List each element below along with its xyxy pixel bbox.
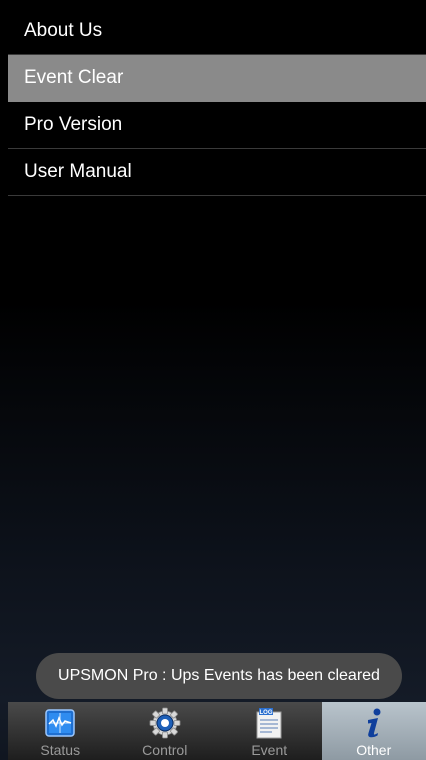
info-icon <box>357 706 391 740</box>
log-document-icon: LOG <box>252 706 286 740</box>
bottom-tab-bar: Status Control LOG Event Other <box>8 702 426 760</box>
tab-control-label: Control <box>142 742 188 758</box>
toast-message: UPSMON Pro : Ups Events has been cleared <box>36 653 402 699</box>
tab-event[interactable]: LOG Event <box>217 702 322 760</box>
tab-other[interactable]: Other <box>321 702 426 760</box>
gear-icon <box>148 706 182 740</box>
tab-event-label: Event <box>251 742 288 758</box>
tab-control[interactable]: Control <box>113 702 218 760</box>
menu-item-about-us[interactable]: About Us <box>8 8 426 55</box>
app-screen: About Us Event Clear Pro Version User Ma… <box>0 0 426 760</box>
menu-item-pro-version[interactable]: Pro Version <box>8 102 426 149</box>
tab-status-label: Status <box>40 742 81 758</box>
menu-item-event-clear[interactable]: Event Clear <box>8 55 426 102</box>
tab-other-label: Other <box>356 742 392 758</box>
tab-status[interactable]: Status <box>8 702 113 760</box>
monitor-icon <box>43 706 77 740</box>
log-icon-text: LOG <box>260 710 273 716</box>
other-menu: About Us Event Clear Pro Version User Ma… <box>8 8 426 196</box>
menu-item-user-manual[interactable]: User Manual <box>8 149 426 196</box>
